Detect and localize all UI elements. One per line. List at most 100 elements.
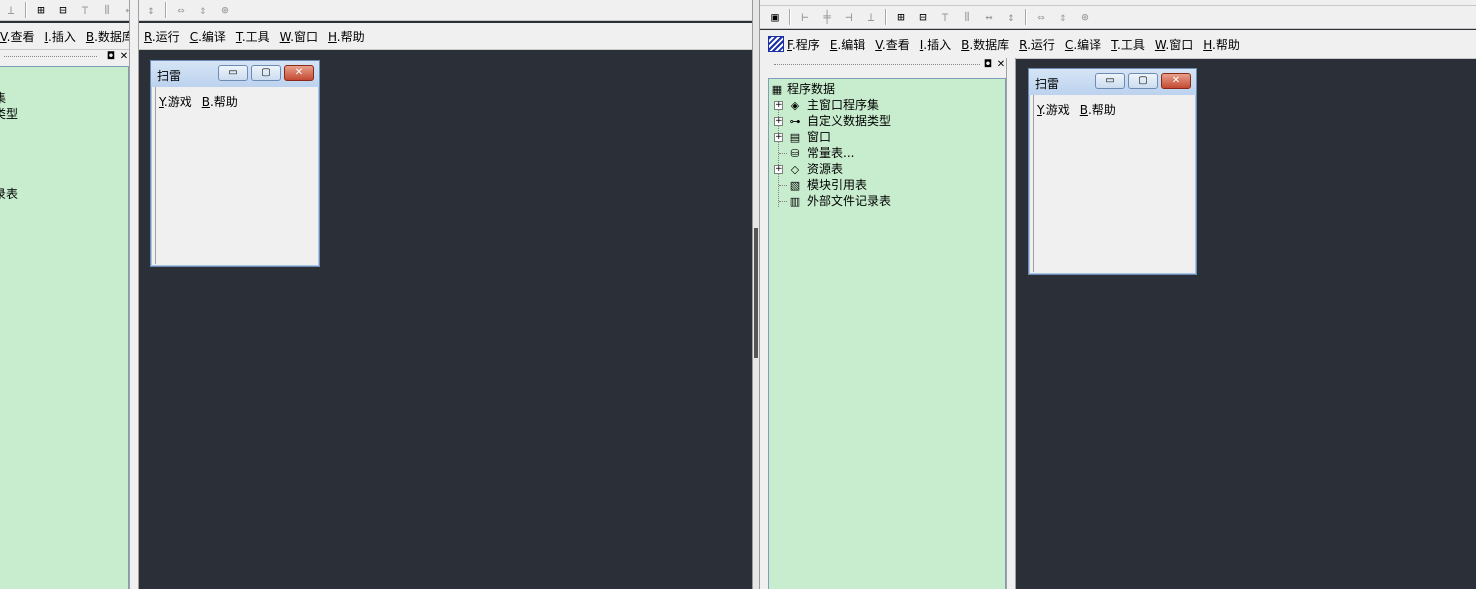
main-menubar: V.查看 I.插入 B.数据库 R.运行 C.编译 T.工具 W.窗口 H.帮助	[0, 23, 752, 50]
menu-tools[interactable]: T.工具	[1106, 36, 1150, 53]
minimize-icon[interactable]: ▭	[1095, 73, 1125, 89]
form-icon[interactable]: ▣	[766, 8, 784, 26]
align-bottom-icon[interactable]: ⊥	[862, 8, 880, 26]
menu-database[interactable]: B.数据库	[956, 36, 1014, 53]
align-middle-icon[interactable]: ⊟	[914, 8, 932, 26]
align-center-icon[interactable]: ╪	[818, 8, 836, 26]
file-record-icon: ▥	[789, 195, 801, 208]
tree-item-partial[interactable]: 类型	[0, 106, 18, 122]
data-type-icon: ⊶	[789, 115, 801, 128]
same-width-icon[interactable]: ⇔	[172, 1, 190, 19]
tree-expander[interactable]: +	[774, 133, 783, 142]
panel-float-icon[interactable]: ◘	[982, 59, 994, 71]
close-icon[interactable]: ✕	[284, 65, 314, 81]
align-right-icon[interactable]: ⊣	[840, 8, 858, 26]
menu-help[interactable]: H.帮助	[1198, 36, 1245, 53]
maximize-icon[interactable]: ▢	[251, 65, 281, 81]
panel-splitter[interactable]	[129, 0, 139, 589]
module-icon: ▧	[789, 179, 801, 192]
same-height-icon[interactable]: ⇕	[1054, 8, 1072, 26]
menu-run[interactable]: R.运行	[1014, 36, 1060, 53]
layers-icon: ◈	[790, 99, 800, 112]
space-horizontal-icon[interactable]: ↔	[980, 8, 998, 26]
form-menu-help[interactable]: B.帮助	[1080, 101, 1116, 118]
align-top-icon[interactable]: ⊤	[76, 1, 94, 19]
left-ide-window: ⊥ ⊞ ⊟ ⊤ ⫴ ↔ ↕ ⇔ ⇕ ⊕ V.查看 I.插入 B.数据库 R.运行…	[0, 0, 752, 589]
form-client-area	[155, 87, 317, 264]
toolbar-separator	[1025, 9, 1027, 25]
toolbar-separator	[165, 2, 167, 18]
form-designer-window[interactable]: 扫雷 ▭ ▢ ✕ Y.游戏 B.帮助	[1028, 68, 1197, 275]
form-titlebar[interactable]: 扫雷 ▭ ▢ ✕	[151, 61, 319, 87]
align-center-both-icon[interactable]: ⊞	[32, 1, 50, 19]
menu-window[interactable]: W.窗口	[275, 28, 323, 45]
panel-float-icon[interactable]: ◘	[105, 51, 117, 63]
menu-tools[interactable]: T.工具	[231, 28, 275, 45]
tree-item-windows[interactable]: ▤ 窗口	[787, 129, 831, 145]
same-size-icon[interactable]: ⊕	[1076, 8, 1094, 26]
screen-divider	[752, 0, 760, 589]
form-title: 扫雷	[1035, 77, 1060, 91]
database-icon: ⛁	[790, 147, 800, 160]
tree-item-partial[interactable]: 集	[0, 90, 6, 106]
tree-expander[interactable]: +	[774, 101, 783, 110]
align-middle-icon[interactable]: ⊟	[54, 1, 72, 19]
resource-icon: ◇	[790, 163, 800, 176]
maximize-icon[interactable]: ▢	[1128, 73, 1158, 89]
form-titlebar[interactable]: 扫雷 ▭ ▢ ✕	[1029, 69, 1196, 95]
menu-insert[interactable]: I.插入	[915, 36, 956, 53]
same-width-icon[interactable]: ⇔	[1032, 8, 1050, 26]
close-icon[interactable]: ✕	[1161, 73, 1191, 89]
project-panel: ◘ ✕ 集 类型 录表	[0, 50, 133, 589]
menu-program[interactable]: F.程序	[786, 36, 825, 53]
tree-expander[interactable]: +	[774, 117, 783, 126]
align-bottom-icon[interactable]: ⊥	[2, 1, 20, 19]
space-vertical-icon[interactable]: ↕	[1002, 8, 1020, 26]
menu-compile[interactable]: C.编译	[185, 28, 231, 45]
tree-expander[interactable]: +	[774, 165, 783, 174]
toolbar-separator	[885, 9, 887, 25]
space-vertical-icon[interactable]: ↕	[142, 1, 160, 19]
menu-window[interactable]: W.窗口	[1150, 36, 1198, 53]
form-title: 扫雷	[157, 69, 182, 83]
tree-item-partial[interactable]: 录表	[0, 186, 18, 202]
form-menubar: Y.游戏 B.帮助	[159, 93, 238, 110]
form-designer-window[interactable]: 扫雷 ▭ ▢ ✕ Y.游戏 B.帮助	[150, 60, 320, 267]
form-client-area	[1033, 95, 1194, 272]
layout-toolbar: ⊥ ⊞ ⊟ ⊤ ⫴ ↔ ↕ ⇔ ⇕ ⊕	[0, 0, 752, 21]
app-logo-icon	[768, 36, 784, 52]
align-center-both-icon[interactable]: ⊞	[892, 8, 910, 26]
tree-item-constants[interactable]: ⛁ 常量表...	[787, 145, 854, 161]
tree-item-external-files[interactable]: ▥ 外部文件记录表	[787, 193, 891, 209]
same-height-icon[interactable]: ⇕	[194, 1, 212, 19]
tree-item-main-window-set[interactable]: ◈ 主窗口程序集	[787, 97, 879, 113]
form-menu-help[interactable]: B.帮助	[202, 93, 238, 110]
toolbar-separator	[789, 9, 791, 25]
layout-toolbar: ▣ ⊢ ╪ ⊣ ⊥ ⊞ ⊟ ⊤ ⫴ ↔ ↕ ⇔ ⇕ ⊕	[760, 6, 1476, 29]
panel-splitter[interactable]	[1006, 58, 1016, 589]
menu-edit[interactable]: E.编辑	[825, 36, 870, 53]
right-ide-window: ▣ ⊢ ╪ ⊣ ⊥ ⊞ ⊟ ⊤ ⫴ ↔ ↕ ⇔ ⇕ ⊕ F.程序 E.编辑 V.…	[760, 0, 1476, 589]
tree-root[interactable]: ▦ 程序数据	[769, 81, 835, 97]
align-left-icon[interactable]: ⊢	[796, 8, 814, 26]
distribute-horizontal-icon[interactable]: ⫴	[958, 8, 976, 26]
main-menubar: F.程序 E.编辑 V.查看 I.插入 B.数据库 R.运行 C.编译 T.工具…	[760, 30, 1476, 59]
tree-item-module-refs[interactable]: ▧ 模块引用表	[787, 177, 867, 193]
menu-view[interactable]: V.查看	[0, 28, 40, 45]
form-menu-game[interactable]: Y.游戏	[1037, 101, 1070, 118]
minimize-icon[interactable]: ▭	[218, 65, 248, 81]
menu-view[interactable]: V.查看	[870, 36, 915, 53]
project-tree: ▦ 程序数据 + ◈ 主窗口程序集 + ⊶ 自定义数据类型 + ▤ 窗口 ⛁ 常量表...…	[768, 78, 1006, 589]
menu-compile[interactable]: C.编译	[1060, 36, 1106, 53]
same-size-icon[interactable]: ⊕	[216, 1, 234, 19]
menu-run[interactable]: R.运行	[139, 28, 185, 45]
toolbar-separator	[25, 2, 27, 18]
align-top-icon[interactable]: ⊤	[936, 8, 954, 26]
menu-insert[interactable]: I.插入	[40, 28, 81, 45]
form-menu-game[interactable]: Y.游戏	[159, 93, 192, 110]
menu-help[interactable]: H.帮助	[323, 28, 370, 45]
tree-item-resources[interactable]: ◇ 资源表	[787, 161, 843, 177]
tree-item-custom-types[interactable]: ⊶ 自定义数据类型	[787, 113, 892, 129]
form-menubar: Y.游戏 B.帮助	[1037, 101, 1116, 118]
distribute-horizontal-icon[interactable]: ⫴	[98, 1, 116, 19]
